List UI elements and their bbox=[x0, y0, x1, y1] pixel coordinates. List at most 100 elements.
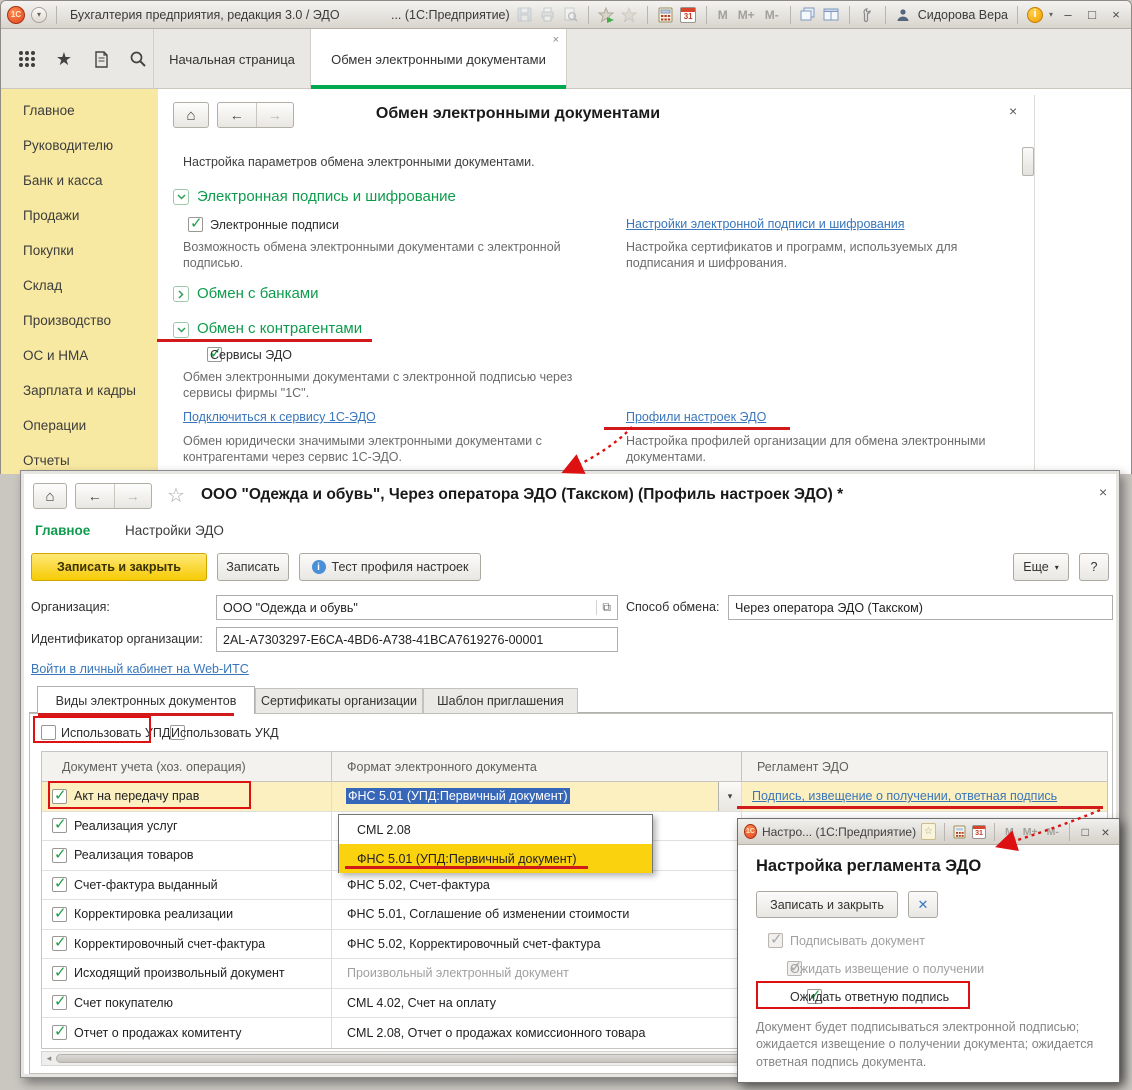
method-field[interactable]: Через оператора ЭДО (Такском) bbox=[728, 595, 1113, 620]
regulation-link[interactable]: Подпись, извещение о получении, ответная… bbox=[752, 789, 1057, 803]
memory-m-button[interactable]: M bbox=[716, 8, 730, 22]
row-checkbox[interactable] bbox=[52, 845, 67, 863]
split-window-icon[interactable] bbox=[823, 6, 840, 23]
col-regulation-header[interactable]: Регламент ЭДО bbox=[742, 752, 1107, 781]
sidebar-item-warehouse[interactable]: Склад bbox=[1, 268, 158, 303]
tab-invitation-template[interactable]: Шаблон приглашения bbox=[423, 688, 578, 713]
info-dropdown-icon[interactable]: ▾ bbox=[1049, 10, 1053, 19]
search-icon[interactable] bbox=[128, 49, 148, 69]
row-checkbox[interactable] bbox=[52, 904, 67, 922]
regulation-save-close-button[interactable]: Записать и закрыть bbox=[756, 891, 898, 918]
org-field[interactable]: ООО "Одежда и обувь" ⧉ bbox=[216, 595, 618, 620]
row-checkbox[interactable] bbox=[52, 815, 67, 834]
home-button[interactable]: ⌂ bbox=[173, 102, 209, 128]
memory-m-button[interactable]: M bbox=[1003, 826, 1016, 838]
dropdown-option-cml[interactable]: CML 2.08 bbox=[339, 815, 652, 844]
scrollbar-thumb[interactable] bbox=[1022, 147, 1034, 176]
service-settings-wrench-icon[interactable] bbox=[859, 6, 876, 23]
maximize-button[interactable]: □ bbox=[1083, 7, 1101, 22]
scroll-left-icon[interactable]: ◂ bbox=[42, 1053, 56, 1064]
help-button[interactable]: ? bbox=[1079, 553, 1109, 581]
tab-document-types[interactable]: Виды электронных документов bbox=[37, 686, 255, 714]
memory-mminus-button[interactable]: M- bbox=[1045, 826, 1061, 838]
sidebar-item-manager[interactable]: Руководителю bbox=[1, 128, 158, 163]
sidebar-item-purchases[interactable]: Покупки bbox=[1, 233, 158, 268]
test-profile-button[interactable]: i Тест профиля настроек bbox=[299, 553, 481, 581]
format-cell-editing[interactable]: ФНС 5.01 (УПД:Первичный документ) ▾ bbox=[332, 782, 742, 811]
minimize-button[interactable]: – bbox=[1059, 7, 1077, 22]
close-button[interactable]: × bbox=[1098, 824, 1113, 840]
sidebar-item-operations[interactable]: Операции bbox=[1, 408, 158, 443]
calendar-icon[interactable]: 31 bbox=[680, 6, 697, 23]
save-icon[interactable] bbox=[516, 6, 533, 23]
profile-home-button[interactable]: ⌂ bbox=[33, 483, 67, 509]
favorite-icon[interactable]: ☆ bbox=[921, 823, 936, 840]
info-icon[interactable] bbox=[1026, 6, 1043, 23]
sidebar-item-production[interactable]: Производство bbox=[1, 303, 158, 338]
system-menu-button[interactable]: ▾ bbox=[31, 6, 47, 23]
sidebar-item-main[interactable]: Главное bbox=[1, 93, 158, 128]
favorite-icon[interactable] bbox=[621, 6, 638, 23]
profile-close-icon[interactable]: × bbox=[1099, 484, 1107, 500]
sidebar-item-bank[interactable]: Банк и касса bbox=[1, 163, 158, 198]
org-picker-icon[interactable]: ⧉ bbox=[596, 600, 611, 615]
section-partners-title[interactable]: Обмен с контрагентами bbox=[197, 320, 362, 337]
favorites-star-icon[interactable]: ★ bbox=[54, 49, 74, 69]
row-checkbox[interactable] bbox=[52, 874, 67, 893]
expand-banks-icon[interactable] bbox=[173, 286, 189, 302]
current-user-name[interactable]: Сидорова Вера bbox=[918, 8, 1008, 22]
use-ukd-label[interactable]: Использовать УКД bbox=[171, 726, 279, 740]
panel-close-icon[interactable]: × bbox=[1009, 103, 1017, 119]
collapse-signature-icon[interactable] bbox=[173, 189, 189, 205]
electronic-signatures-label[interactable]: Электронные подписи bbox=[210, 218, 339, 232]
row-checkbox[interactable] bbox=[52, 992, 67, 1011]
org-id-field[interactable]: 2AL-A7303297-E6CA-4BD6-A738-41BCA7619276… bbox=[216, 627, 618, 652]
menu-main[interactable]: Главное bbox=[35, 523, 90, 538]
section-banks-title[interactable]: Обмен с банками bbox=[197, 285, 319, 302]
sidebar-item-sales[interactable]: Продажи bbox=[1, 198, 158, 233]
electronic-signatures-checkbox[interactable] bbox=[188, 214, 203, 232]
menu-grid-icon[interactable] bbox=[17, 49, 37, 69]
edo-profiles-link[interactable]: Профили настроек ЭДО bbox=[626, 410, 766, 424]
menu-edo-settings[interactable]: Настройки ЭДО bbox=[125, 523, 224, 538]
use-upd-checkbox[interactable] bbox=[41, 725, 56, 740]
regulation-cancel-button[interactable]: ✕ bbox=[908, 891, 938, 918]
memory-mplus-button[interactable]: M+ bbox=[1021, 826, 1040, 838]
col-doc-header[interactable]: Документ учета (хоз. операция) bbox=[42, 752, 332, 781]
sidebar-item-os-nma[interactable]: ОС и НМА bbox=[1, 338, 158, 373]
save-button[interactable]: Записать bbox=[217, 553, 289, 581]
signature-settings-link[interactable]: Настройки электронной подписи и шифрован… bbox=[626, 217, 905, 231]
profile-forward-button[interactable]: → bbox=[113, 484, 152, 508]
calendar-icon[interactable]: 31 bbox=[971, 823, 986, 840]
collapse-partners-icon[interactable] bbox=[173, 322, 189, 338]
tab-certificates[interactable]: Сертификаты организации bbox=[255, 688, 423, 713]
calculator-icon[interactable] bbox=[657, 6, 674, 23]
col-format-header[interactable]: Формат электронного документа bbox=[332, 752, 742, 781]
cascade-windows-icon[interactable] bbox=[800, 6, 817, 23]
row-checkbox[interactable] bbox=[52, 933, 67, 952]
memory-mminus-button[interactable]: M- bbox=[763, 8, 781, 22]
save-and-close-button[interactable]: Записать и закрыть bbox=[31, 553, 207, 581]
table-row[interactable]: Акт на передачу прав ФНС 5.01 (УПД:Перви… bbox=[42, 782, 1107, 812]
tab-edx-active[interactable]: Обмен электронными документами × bbox=[311, 29, 567, 89]
calculator-icon[interactable] bbox=[953, 823, 967, 840]
web-its-link[interactable]: Войти в личный кабинет на Web-ИТС bbox=[31, 662, 249, 676]
more-button[interactable]: Еще ▾ bbox=[1013, 553, 1069, 581]
profile-back-button[interactable]: ← bbox=[76, 484, 114, 508]
await-response-signature-label[interactable]: Ожидать ответную подпись bbox=[790, 990, 949, 1004]
preview-icon[interactable] bbox=[562, 6, 579, 23]
edo-services-label[interactable]: Сервисы ЭДО bbox=[210, 348, 292, 362]
section-signature-title[interactable]: Электронная подпись и шифрование bbox=[197, 188, 456, 205]
memory-mplus-button[interactable]: M+ bbox=[736, 8, 757, 22]
row-checkbox[interactable] bbox=[52, 963, 67, 981]
tab-home[interactable]: Начальная страница bbox=[153, 29, 311, 89]
dropdown-option-fns[interactable]: ФНС 5.01 (УПД:Первичный документ) bbox=[339, 844, 652, 873]
row-checkbox[interactable] bbox=[52, 1022, 67, 1041]
connect-1c-edo-link[interactable]: Подключиться к сервису 1С-ЭДО bbox=[183, 410, 376, 424]
format-dropdown-button[interactable]: ▾ bbox=[718, 782, 741, 811]
add-favorite-icon[interactable] bbox=[597, 6, 615, 23]
row-checkbox[interactable] bbox=[52, 786, 67, 804]
maximize-button[interactable]: □ bbox=[1078, 825, 1093, 839]
history-icon[interactable] bbox=[91, 49, 111, 69]
print-icon[interactable] bbox=[539, 6, 556, 23]
